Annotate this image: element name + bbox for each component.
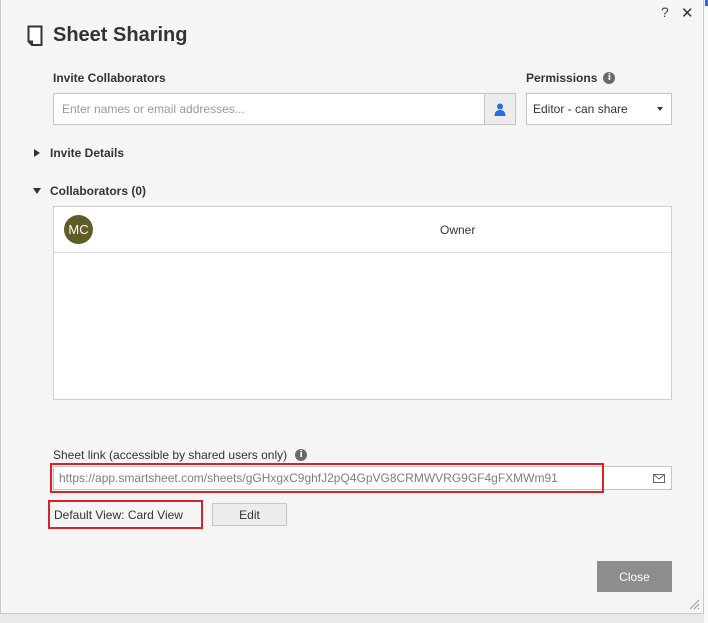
help-button[interactable]: ? [661,4,669,20]
default-view-box: Default View: Card View [48,500,203,529]
close-button[interactable]: Close [597,561,672,592]
collaborators-toggle[interactable]: Collaborators (0) [33,184,146,198]
sheet-link-label-group: Sheet link (accessible by shared users o… [53,448,308,462]
invite-details-label: Invite Details [50,146,125,160]
sheet-link-label: Sheet link (accessible by shared users o… [53,448,288,462]
sheet-icon [27,25,43,46]
invite-field [53,93,516,125]
info-icon[interactable]: i [295,449,308,461]
permissions-selected: Editor - can share [533,102,628,116]
permissions-label: Permissions [526,71,598,85]
dialog-title: Sheet Sharing [53,24,188,46]
resize-grip-icon[interactable] [688,598,700,610]
permissions-label-group: Permissions i [526,71,616,85]
collaborator-role: Owner [440,223,476,237]
scrollbar-track[interactable] [704,0,708,623]
default-view-label: Default View: Card View [54,507,183,522]
sheet-sharing-dialog: ? ✕ Sheet Sharing Invite Collaborators P… [0,0,704,614]
edit-button[interactable]: Edit [212,503,287,526]
sheet-link-url[interactable]: https://app.smartsheet.com/sheets/gGHxgx… [54,471,647,485]
close-icon[interactable]: ✕ [681,4,694,22]
permissions-dropdown[interactable]: Editor - can share [526,93,672,125]
collaborators-list[interactable]: MC Owner [53,206,672,400]
dialog-header: Sheet Sharing [27,24,187,47]
avatar: MC [64,215,93,244]
collaborators-header: Collaborators (0) [50,184,147,198]
email-icon[interactable] [647,473,671,483]
person-icon [494,103,506,116]
collaborator-row: MC Owner [54,207,671,253]
chevron-down-icon [657,107,663,111]
collapse-down-icon [33,188,41,194]
contacts-button[interactable] [484,94,515,124]
sheet-link-field[interactable]: https://app.smartsheet.com/sheets/gGHxgx… [53,466,672,490]
invite-collaborators-label: Invite Collaborators [53,71,166,85]
invite-input[interactable] [54,94,484,124]
invite-details-toggle[interactable]: Invite Details [34,146,124,160]
info-icon[interactable]: i [603,72,616,84]
expand-right-icon [34,149,40,157]
